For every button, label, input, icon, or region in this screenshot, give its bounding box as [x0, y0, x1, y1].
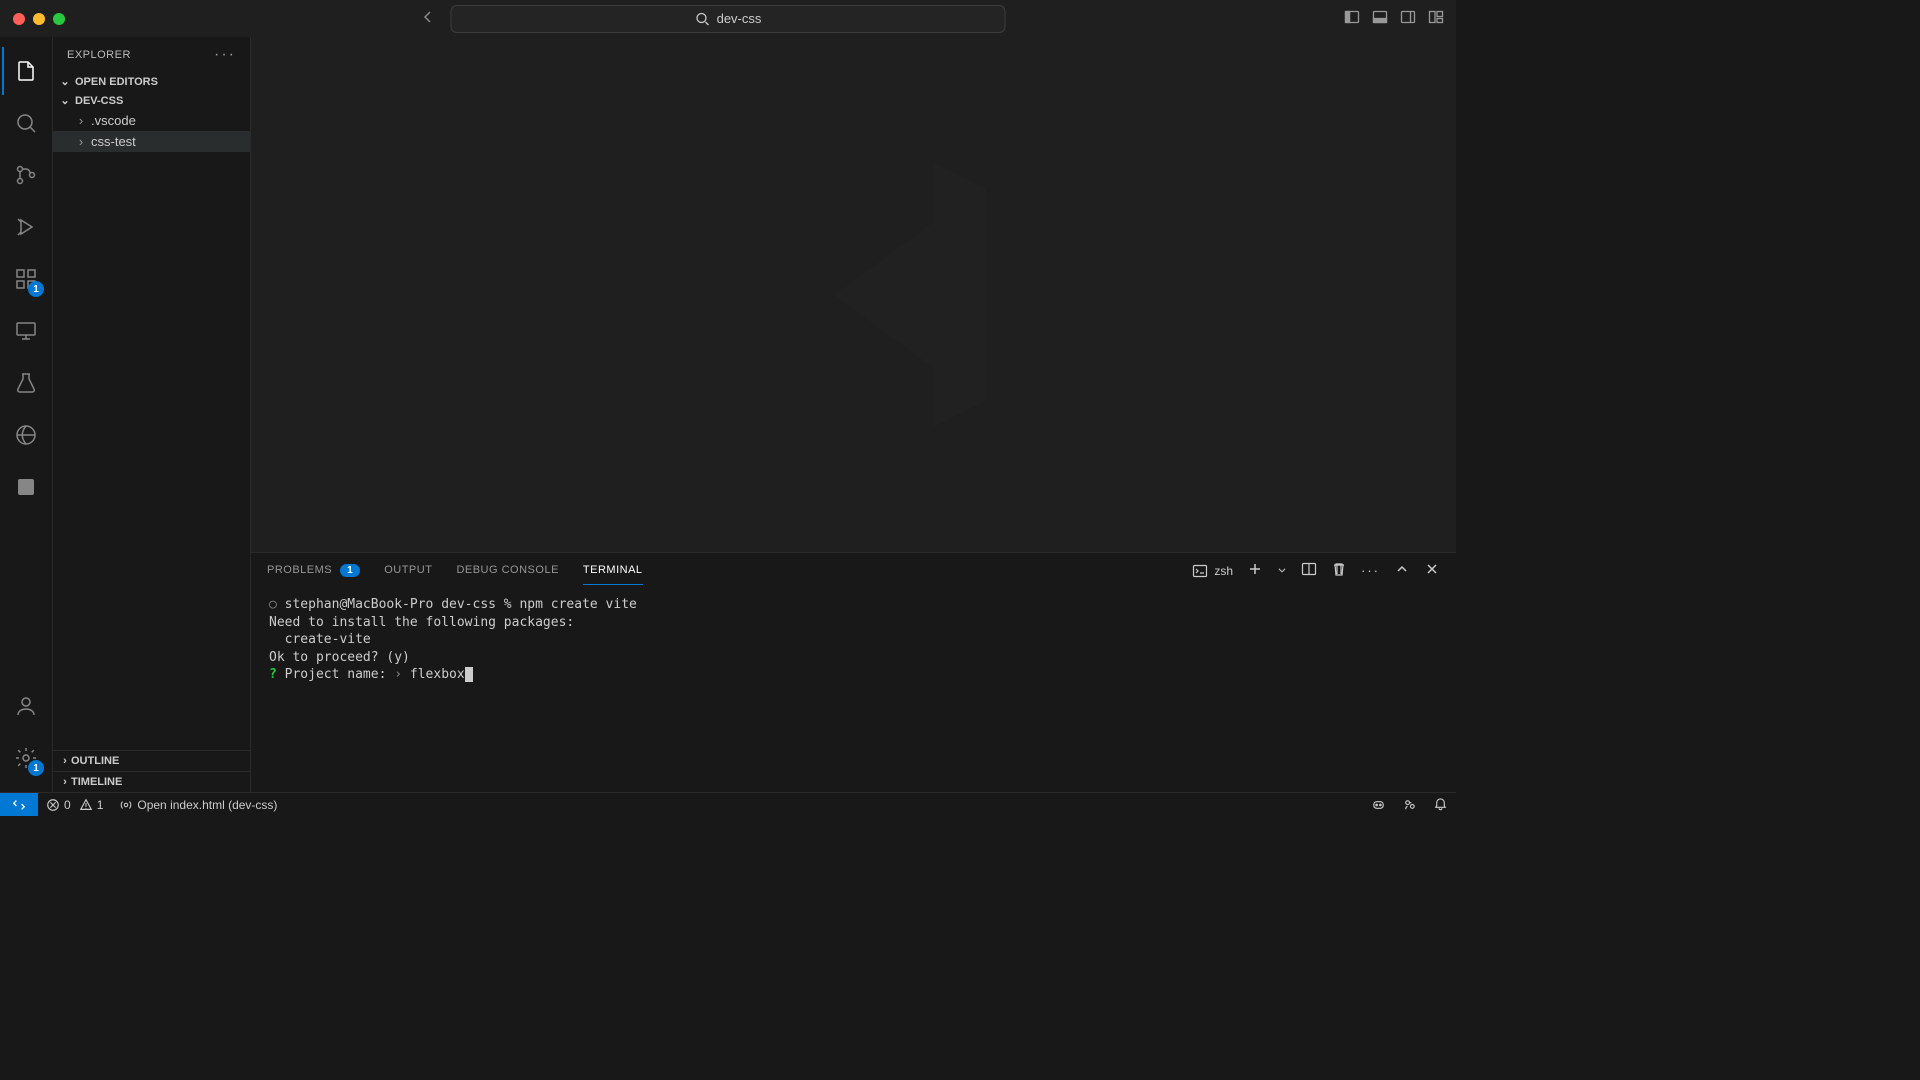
- terminal-cursor: [465, 667, 473, 682]
- customize-layout-button[interactable]: [1428, 9, 1444, 28]
- custom-tab[interactable]: [2, 463, 50, 511]
- search-icon: [695, 11, 711, 27]
- toggle-panel-button[interactable]: [1372, 9, 1388, 28]
- warning-icon: [79, 798, 93, 812]
- title-bar: dev-css: [0, 0, 1456, 37]
- debug-console-label: DEBUG CONSOLE: [456, 564, 558, 576]
- vscode-watermark-icon: [689, 130, 1019, 460]
- folder-name: css-test: [91, 134, 136, 149]
- chevron-right-icon: ›: [59, 755, 71, 767]
- new-terminal-button[interactable]: [1247, 561, 1263, 580]
- outline-label: OUTLINE: [71, 755, 119, 767]
- status-notifications[interactable]: [1425, 797, 1456, 812]
- problems-count-badge: 1: [340, 564, 360, 577]
- close-window-button[interactable]: [13, 13, 25, 25]
- terminal-output[interactable]: ○ stephan@MacBook-Pro dev-css % npm crea…: [251, 588, 1456, 792]
- error-icon: [46, 798, 60, 812]
- status-open-file[interactable]: Open index.html (dev-css): [111, 793, 285, 816]
- panel-tabs: PROBLEMS 1 OUTPUT DEBUG CONSOLE TERMINAL…: [251, 553, 1456, 588]
- folder-name: .vscode: [91, 113, 136, 128]
- open-editors-section[interactable]: ⌄ OPEN EDITORS: [53, 72, 250, 91]
- command-center-search[interactable]: dev-css: [451, 5, 1006, 33]
- nav-back-button[interactable]: [420, 9, 436, 28]
- output-label: OUTPUT: [384, 564, 432, 576]
- terminal-tab[interactable]: TERMINAL: [583, 556, 643, 585]
- split-terminal-button[interactable]: [1301, 561, 1317, 580]
- search-tab[interactable]: [2, 99, 50, 147]
- timeline-label: TIMELINE: [71, 776, 122, 788]
- command-center-text: dev-css: [717, 11, 762, 26]
- terminal-icon: [1192, 563, 1208, 579]
- explorer-sidebar: EXPLORER ··· ⌄ OPEN EDITORS ⌄ DEV-CSS › …: [53, 37, 251, 792]
- accounts-button[interactable]: [2, 682, 50, 730]
- open-file-label: Open index.html (dev-css): [137, 798, 277, 812]
- status-live-share[interactable]: [1394, 797, 1425, 812]
- shell-name: zsh: [1214, 564, 1233, 578]
- broadcast-icon: [119, 798, 133, 812]
- empty-editor: [251, 37, 1456, 552]
- sidebar-more-actions[interactable]: ···: [214, 46, 236, 64]
- editor-area: PROBLEMS 1 OUTPUT DEBUG CONSOLE TERMINAL…: [251, 37, 1456, 792]
- remote-button[interactable]: [0, 793, 38, 816]
- folder-css-test[interactable]: › css-test: [53, 131, 250, 152]
- close-panel-button[interactable]: [1424, 561, 1440, 580]
- chevron-down-icon: ⌄: [59, 94, 71, 107]
- status-copilot[interactable]: [1363, 797, 1394, 812]
- terminal-shell-indicator[interactable]: zsh: [1192, 563, 1233, 579]
- status-bar: 0 1 Open index.html (dev-css): [0, 792, 1456, 816]
- file-tree: › .vscode › css-test: [53, 110, 250, 750]
- source-control-tab[interactable]: [2, 151, 50, 199]
- extensions-badge: 1: [28, 281, 44, 297]
- maximize-window-button[interactable]: [53, 13, 65, 25]
- testing-tab[interactable]: [2, 359, 50, 407]
- chevron-right-icon: ›: [75, 134, 87, 149]
- run-debug-tab[interactable]: [2, 203, 50, 251]
- sidebar-title: EXPLORER: [67, 49, 131, 61]
- outline-section[interactable]: › OUTLINE: [53, 750, 250, 771]
- window-controls: [0, 13, 65, 25]
- project-section[interactable]: ⌄ DEV-CSS: [53, 91, 250, 110]
- activity-bar: 1 1: [0, 37, 53, 792]
- minimize-window-button[interactable]: [33, 13, 45, 25]
- folder-vscode[interactable]: › .vscode: [53, 110, 250, 131]
- terminal-dropdown-button[interactable]: [1277, 563, 1287, 578]
- toggle-secondary-sidebar-button[interactable]: [1400, 9, 1416, 28]
- toggle-primary-sidebar-button[interactable]: [1344, 9, 1360, 28]
- status-errors-warnings[interactable]: 0 1: [38, 793, 111, 816]
- project-label: DEV-CSS: [75, 95, 123, 107]
- timeline-section[interactable]: › TIMELINE: [53, 771, 250, 792]
- settings-badge: 1: [28, 760, 44, 776]
- chevron-down-icon: ⌄: [59, 75, 71, 88]
- terminal-label: TERMINAL: [583, 564, 643, 576]
- output-tab[interactable]: OUTPUT: [384, 556, 432, 585]
- remote-explorer-tab[interactable]: [2, 307, 50, 355]
- debug-console-tab[interactable]: DEBUG CONSOLE: [456, 556, 558, 585]
- problems-label: PROBLEMS: [267, 564, 332, 576]
- extensions-tab[interactable]: 1: [2, 255, 50, 303]
- open-editors-label: OPEN EDITORS: [75, 76, 158, 88]
- chevron-right-icon: ›: [59, 776, 71, 788]
- maximize-panel-button[interactable]: [1394, 561, 1410, 580]
- bottom-panel: PROBLEMS 1 OUTPUT DEBUG CONSOLE TERMINAL…: [251, 552, 1456, 792]
- chevron-right-icon: ›: [75, 113, 87, 128]
- error-count: 0: [64, 798, 71, 812]
- kill-terminal-button[interactable]: [1331, 561, 1347, 580]
- warning-count: 1: [97, 798, 104, 812]
- settings-button[interactable]: 1: [2, 734, 50, 782]
- panel-more-actions[interactable]: ···: [1361, 563, 1380, 578]
- browser-tab[interactable]: [2, 411, 50, 459]
- problems-tab[interactable]: PROBLEMS 1: [267, 556, 360, 586]
- explorer-tab[interactable]: [2, 47, 50, 95]
